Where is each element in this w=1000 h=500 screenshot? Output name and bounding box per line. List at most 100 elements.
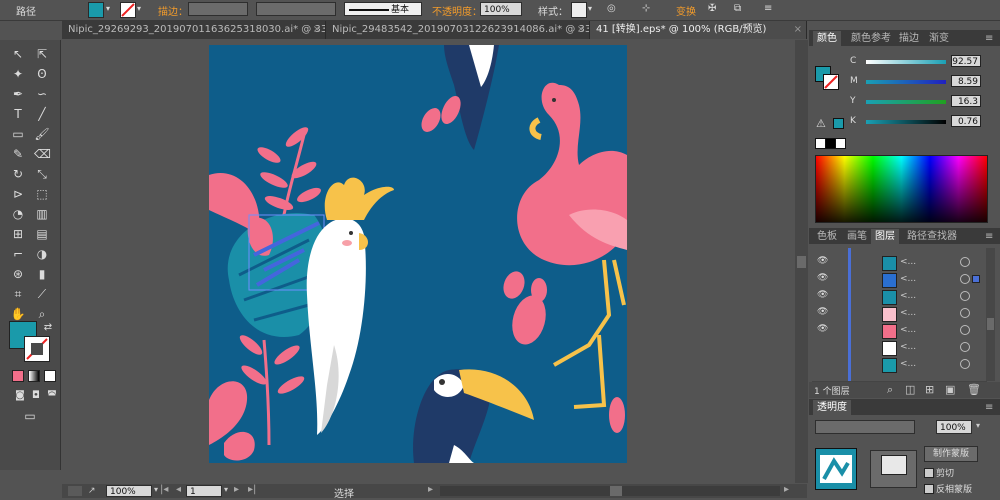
pen-tool-icon[interactable]: ✒ [10,86,26,102]
tab-brushes[interactable]: 画笔 [843,229,871,244]
arrange-icon[interactable]: ⧉ [734,3,741,14]
layer-row[interactable]: <... [812,339,987,357]
blend-mode-dropdown[interactable] [815,420,915,434]
eyedropper-tool-icon[interactable]: ⌐ [10,246,26,262]
mask-thumbnail[interactable] [870,450,917,488]
panel-menu-icon[interactable]: ≡ [981,229,997,244]
target-icon[interactable] [960,325,970,335]
eye-icon[interactable]: 👁 [817,256,828,266]
layer-row[interactable]: <... [812,356,987,374]
width-tool-icon[interactable]: ⊳ [10,186,26,202]
tab-color[interactable]: 颜色 [813,31,841,46]
symbol-sprayer-tool-icon[interactable]: ⊛ [10,266,26,282]
target-icon[interactable] [960,291,970,301]
stroke-weight-input[interactable] [188,2,248,16]
rotate-tool-icon[interactable]: ↻ [10,166,26,182]
scale-tool-icon[interactable]: ⤡ [34,166,50,182]
channel-c-slider[interactable] [866,60,946,64]
tab-transparency[interactable]: 透明度 [813,400,851,415]
layer-row[interactable]: 👁 <... [812,288,987,306]
stroke-label[interactable]: 描边： [158,3,188,18]
eye-icon[interactable]: 👁 [817,290,828,300]
paintbrush-tool-icon[interactable]: 🖌 [34,126,50,142]
free-transform-tool-icon[interactable]: ⬚ [34,186,50,202]
transform-link[interactable]: 变换 [676,3,696,18]
export-icon[interactable]: ↗ [88,486,98,496]
scroll-thumb[interactable] [797,256,806,268]
close-icon[interactable]: × [794,21,802,39]
horizontal-scrollbar[interactable] [440,486,780,496]
tab-stroke[interactable]: 描边 [895,31,923,46]
direct-selection-tool-icon[interactable]: ⇱ [34,46,50,62]
scroll-right-icon[interactable]: ▸ [784,484,789,495]
layers-scrollbar[interactable] [986,248,995,381]
channel-k-slider[interactable] [866,120,946,124]
gradient-mode-icon[interactable] [28,370,40,382]
layer-row[interactable]: 👁 <... [812,254,987,272]
magic-wand-tool-icon[interactable]: ✦ [10,66,26,82]
artboard-tool-icon[interactable]: ⌗ [10,286,26,302]
tab-document-2[interactable]: Nipic_29483542_20190703122623914086.ai* … [326,21,590,39]
channel-y-input[interactable]: 16.3 [951,95,981,107]
new-layer-icon[interactable]: ▣ [945,383,955,396]
scroll-thumb[interactable] [610,486,622,496]
make-clipping-mask-icon[interactable]: ◫ [905,383,915,396]
channel-c-input[interactable]: 92.57 [951,55,981,67]
draw-inside-icon[interactable]: ◚ [44,388,60,404]
opacity-input[interactable]: 100% [480,2,522,16]
out-of-gamut-warning-icon[interactable]: ⚠ [816,117,826,130]
scroll-thumb[interactable] [987,318,994,330]
panel-menu-icon[interactable]: ≡ [981,400,997,415]
next-artboard-icon[interactable]: ▸ [234,484,239,495]
target-icon[interactable] [960,274,970,284]
last-artboard-icon[interactable]: ▸| [248,484,256,495]
menu-icon[interactable]: ≡ [764,3,772,14]
delete-layer-icon[interactable]: 🗑 [967,383,981,396]
opacity-dropdown-icon[interactable]: ▾ [976,421,980,430]
layer-row[interactable]: 👁 <... [812,305,987,323]
transparency-opacity-input[interactable]: 100% [936,420,972,434]
status-menu-icon[interactable]: ▸ [428,484,433,495]
locate-object-icon[interactable]: ⌕ [887,383,893,397]
brush-profile-dropdown[interactable]: 基本 [344,2,422,16]
none-mode-icon[interactable] [44,370,56,382]
graphic-style-swatch[interactable] [571,2,587,18]
opacity-label[interactable]: 不透明度： [432,3,482,18]
color-spectrum[interactable] [815,155,988,223]
tab-pathfinder[interactable]: 路径查找器 [903,229,961,244]
draw-normal-icon[interactable]: ◙ [12,388,28,404]
stroke-swatch[interactable] [120,2,136,18]
draw-behind-icon[interactable]: ◘ [28,388,44,404]
channel-m-input[interactable]: 8.59 [951,75,981,87]
stroke-dropdown-icon[interactable]: ▾ [137,4,141,13]
curvature-tool-icon[interactable]: ∽ [34,86,50,102]
rectangle-tool-icon[interactable]: ▭ [10,126,26,142]
type-tool-icon[interactable]: T [10,106,26,122]
channel-y-slider[interactable] [866,100,946,104]
panel-menu-icon[interactable]: ≡ [981,31,997,46]
style-dropdown-icon[interactable]: ▾ [588,4,592,13]
pencil-tool-icon[interactable]: ✎ [10,146,26,162]
zoom-dropdown-icon[interactable]: ▾ [154,485,158,494]
vertical-scrollbar[interactable] [795,40,808,483]
panel-stroke-swatch[interactable] [823,74,839,90]
target-icon[interactable] [960,257,970,267]
artboard-nav-icon[interactable] [68,486,82,496]
fill-dropdown-icon[interactable]: ▾ [106,4,110,13]
tab-color-guide[interactable]: 颜色参考 [847,31,895,46]
gradient-tool-icon[interactable]: ▤ [34,226,50,242]
color-mode-icon[interactable] [12,370,24,382]
tab-document-3[interactable]: 41 [转换].eps* @ 100% (RGB/预览) × [590,21,807,39]
lasso-tool-icon[interactable]: Ꙩ [34,66,50,82]
target-icon[interactable] [960,359,970,369]
first-artboard-icon[interactable]: |◂ [160,484,168,495]
isolate-icon[interactable]: ✠ [708,3,716,14]
fill-swatch[interactable] [88,2,104,18]
tab-gradient[interactable]: 渐变 [925,31,953,46]
artboard-number-input[interactable]: 1 [186,485,222,497]
hand-tool-icon[interactable]: ✋ [10,306,26,322]
align-icon[interactable]: ⊹ [642,3,650,14]
close-icon[interactable]: × [313,21,321,39]
column-graph-tool-icon[interactable]: ▮ [34,266,50,282]
prev-artboard-icon[interactable]: ◂ [176,484,181,495]
